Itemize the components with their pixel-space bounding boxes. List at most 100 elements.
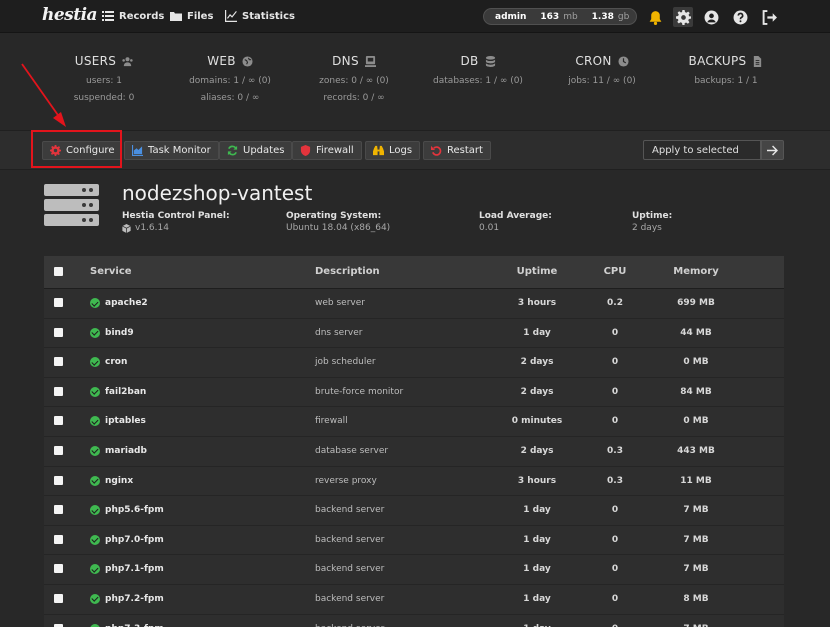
stat-cron-title: CRON (575, 54, 612, 68)
row-checkbox[interactable] (54, 505, 63, 515)
stat-backups[interactable]: BACKUPS backups: 1 / 1 (666, 50, 786, 89)
row-checkbox[interactable] (54, 593, 63, 603)
select-all-checkbox[interactable] (54, 267, 63, 276)
stat-users[interactable]: USERS users: 1 suspended: 0 (44, 50, 164, 106)
updates-button[interactable]: Updates (219, 141, 293, 160)
service-cell[interactable]: fail2ban (90, 386, 146, 397)
row-checkbox[interactable] (54, 357, 63, 367)
apply-submit-button[interactable] (761, 140, 784, 160)
stat-dns-title: DNS (332, 54, 359, 68)
service-cell[interactable]: php7.1-fpm (90, 564, 164, 575)
service-cell[interactable]: cron (90, 357, 128, 368)
table-row[interactable]: iptables firewall 0 minutes 0 0 MB (44, 407, 784, 437)
server-settings-button[interactable] (673, 7, 693, 27)
service-cell[interactable]: bind9 (90, 327, 134, 338)
table-row[interactable]: cron job scheduler 2 days 0 0 MB (44, 348, 784, 378)
row-checkbox[interactable] (54, 445, 63, 455)
service-cell[interactable]: php7.2-fpm (90, 593, 164, 604)
row-checkbox[interactable] (54, 475, 63, 485)
bell-icon (649, 10, 661, 25)
hostname: nodezshop-vantest (122, 181, 313, 205)
service-cell[interactable]: apache2 (90, 298, 148, 308)
stat-dns[interactable]: DNS zones: 0 / ∞ (0) records: 0 / ∞ (294, 50, 414, 106)
row-checkbox[interactable] (54, 327, 63, 337)
stat-web[interactable]: WEB domains: 1 / ∞ (0) aliases: 0 / ∞ (170, 50, 290, 106)
row-checkbox[interactable] (54, 386, 63, 396)
globe-icon (242, 55, 253, 67)
cpu-cell: 0.3 (607, 475, 623, 486)
header-description[interactable]: Description (315, 266, 380, 277)
os-info: Operating System: Ubuntu 18.04 (x86_64) (286, 211, 390, 233)
os-value: Ubuntu 18.04 (x86_64) (286, 223, 391, 233)
stat-db[interactable]: DB databases: 1 / ∞ (0) (418, 50, 538, 89)
users-icon (122, 56, 133, 66)
restart-button[interactable]: Restart (423, 141, 491, 160)
notifications-button[interactable] (645, 7, 665, 27)
service-cell[interactable]: php5.6-fpm (90, 505, 164, 516)
service-cell[interactable]: php7.0-fpm (90, 534, 164, 545)
memory-cell: 0 MB (683, 357, 709, 368)
logout-button[interactable] (759, 7, 779, 27)
table-row[interactable]: bind9 dns server 1 day 0 44 MB (44, 319, 784, 349)
service-cell[interactable]: php7.3-fpm (90, 623, 164, 627)
cpu-cell: 0 (580, 624, 650, 627)
row-checkbox[interactable] (54, 534, 63, 544)
stats-overview: USERS users: 1 suspended: 0 WEB domains:… (0, 50, 830, 120)
firewall-button[interactable]: Firewall (292, 141, 362, 160)
cube-icon (122, 223, 131, 233)
status-ok-icon (90, 593, 100, 604)
row-checkbox[interactable] (54, 564, 63, 574)
table-row[interactable]: php5.6-fpm backend server 1 day 0 7 MB (44, 496, 784, 526)
user-summary-pill[interactable]: admin 163 mb 1.38 gb (483, 8, 637, 25)
help-button[interactable] (730, 7, 750, 27)
row-checkbox[interactable] (54, 623, 63, 627)
table-row[interactable]: apache2 web server 3 hours 0.2 699 MB (44, 289, 784, 319)
service-name: cron (105, 357, 128, 368)
stat-db-line-1: databases: 1 / ∞ (0) (433, 76, 523, 86)
file-icon (754, 55, 762, 67)
table-row[interactable]: php7.2-fpm backend server 1 day 0 8 MB (44, 585, 784, 615)
bandwidth-unit: gb (617, 11, 630, 22)
table-row[interactable]: php7.0-fpm backend server 1 day 0 7 MB (44, 526, 784, 556)
service-name: nginx (105, 475, 134, 486)
service-name: apache2 (105, 298, 148, 308)
header-memory[interactable]: Memory (657, 266, 735, 277)
logs-button[interactable]: Logs (365, 141, 421, 160)
description-cell: backend server (315, 534, 385, 545)
service-cell[interactable]: iptables (90, 416, 146, 427)
cpu-cell: 0 (611, 386, 619, 397)
user-account-button[interactable] (701, 7, 721, 27)
memory-cell: 44 MB (680, 327, 712, 338)
hestia-logo[interactable]: hestia (42, 5, 98, 25)
table-row[interactable]: php7.3-fpm backend server 1 day0 7 MB (44, 615, 784, 627)
records-icon (102, 11, 114, 21)
service-cell[interactable]: nginx (90, 475, 134, 486)
table-row[interactable]: nginx reverse proxy 3 hours 0.3 11 MB (44, 467, 784, 497)
table-row[interactable]: mariadb database server 2 days 0.3 443 MB (44, 437, 784, 467)
disk-usage: 163 (540, 11, 560, 22)
service-name: php7.0-fpm (105, 534, 164, 545)
cpu-cell: 0 (611, 327, 619, 338)
description-cell: brute-force monitor (315, 386, 404, 397)
undo-icon (431, 145, 442, 156)
header-uptime[interactable]: Uptime (484, 266, 590, 277)
nav-records[interactable]: Records (102, 10, 164, 22)
area-chart-icon (132, 145, 143, 156)
row-checkbox[interactable] (54, 416, 63, 426)
table-row[interactable]: php7.1-fpm backend server 1 day 0 7 MB (44, 555, 784, 585)
table-row[interactable]: fail2ban brute-force monitor 2 days 0 84 MB (44, 378, 784, 408)
header-service[interactable]: Service (90, 266, 132, 277)
stat-cron[interactable]: CRON jobs: 11 / ∞ (0) (542, 50, 662, 89)
row-checkbox[interactable] (54, 298, 63, 307)
apply-to-selected-select[interactable]: Apply to selected (643, 140, 761, 160)
nav-files[interactable]: Files (170, 10, 213, 22)
refresh-icon (227, 145, 238, 156)
load-value: 0.01 (479, 223, 500, 233)
service-name: php5.6-fpm (105, 505, 164, 516)
description-cell: web server (315, 298, 365, 308)
nav-statistics-label: Statistics (242, 10, 295, 22)
header-cpu[interactable]: CPU (580, 266, 650, 277)
nav-statistics[interactable]: Statistics (225, 10, 295, 22)
service-cell[interactable]: mariadb (90, 445, 147, 456)
task-monitor-button[interactable]: Task Monitor (124, 141, 219, 160)
